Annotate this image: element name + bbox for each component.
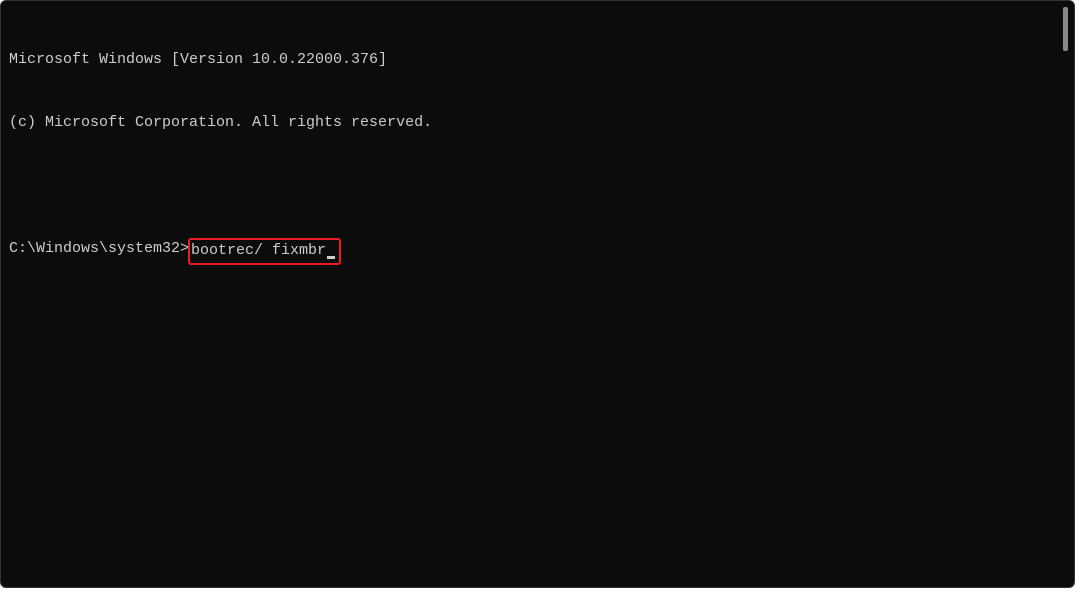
command-highlight-box: bootrec/ fixmbr [188,238,341,265]
command-prompt-window[interactable]: Microsoft Windows [Version 10.0.22000.37… [0,0,1075,588]
command-prompt-line[interactable]: C:\Windows\system32>bootrec/ fixmbr [9,238,1066,265]
version-line: Microsoft Windows [Version 10.0.22000.37… [9,49,1066,70]
command-input[interactable]: bootrec/ fixmbr [191,240,326,261]
scrollbar-thumb[interactable] [1063,7,1068,51]
terminal-output-area[interactable]: Microsoft Windows [Version 10.0.22000.37… [1,1,1074,313]
scrollbar-track[interactable] [1062,3,1072,585]
copyright-line: (c) Microsoft Corporation. All rights re… [9,112,1066,133]
text-cursor [327,256,335,259]
blank-line [9,175,1066,196]
prompt-path: C:\Windows\system32> [9,238,189,259]
